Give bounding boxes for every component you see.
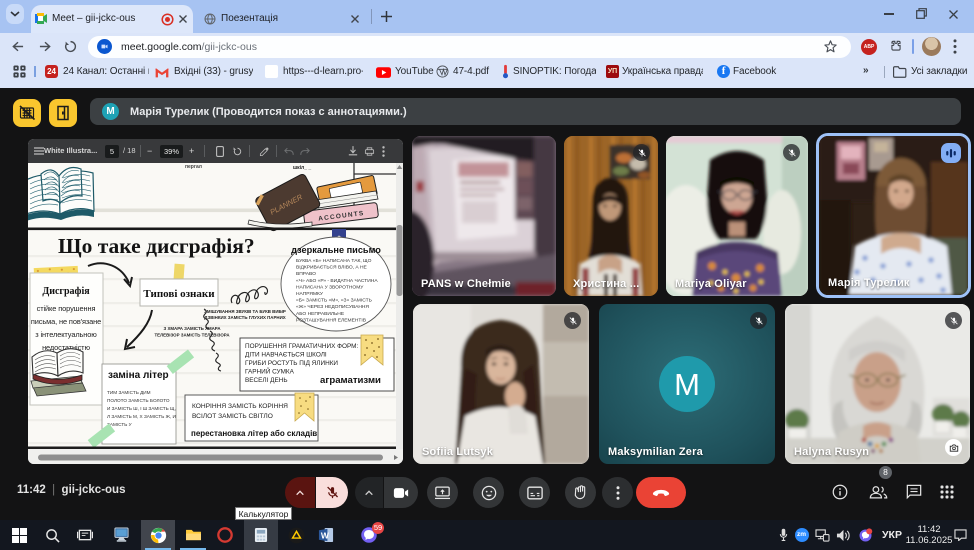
svg-text:ПОРУШЕННЯ ГРАМАТИЧНИХ ФОРМ:: ПОРУШЕННЯ ГРАМАТИЧНИХ ФОРМ: — [245, 343, 358, 350]
svg-text:заміна літер: заміна літер — [108, 370, 169, 381]
svg-text:«Ж» ЧЕРЕЗ НЕДОПИСУВАННЯ: «Ж» ЧЕРЕЗ НЕДОПИСУВАННЯ — [296, 304, 369, 310]
svg-text:ГАРНИЙ СУМКА: ГАРНИЙ СУМКА — [245, 367, 295, 376]
svg-text:И ЗАМІСТЬ Ш, І Ш ЗАМІСТЬ Щ,: И ЗАМІСТЬ Ш, І Ш ЗАМІСТЬ Щ, — [107, 406, 176, 411]
svg-text:ВІДКРИВАЄТЬСЯ ВЛІВО, А НЕ: ВІДКРИВАЄТЬСЯ ВЛІВО, А НЕ — [296, 265, 367, 271]
svg-text:КОНРІННЯ ЗАМІСТЬ КОРІННЯ: КОНРІННЯ ЗАМІСТЬ КОРІННЯ — [192, 403, 288, 410]
svg-text:Що таке дисграфія?: Що таке дисграфія? — [58, 234, 255, 258]
svg-text:ВЕСЕЛІ ДЕНЬ: ВЕСЕЛІ ДЕНЬ — [245, 377, 288, 384]
svg-text:АБО НЕПРАВИЛЬНЕ: АБО НЕПРАВИЛЬНЕ — [296, 311, 345, 317]
svg-text:ТЕЛЕВІЗОР ЗАМІСТЬ ТЕЛЕВІЗОРА: ТЕЛЕВІЗОР ЗАМІСТЬ ТЕЛЕВІЗОРА — [154, 333, 230, 338]
svg-text:РОЗТАШУВАННЯ ЕЛЕМЕНТІВ: РОЗТАШУВАННЯ ЕЛЕМЕНТІВ — [296, 317, 366, 323]
svg-text:ДЗВІНКИХ ЗАМІСТЬ ГЛУХИХ ПАРНИХ: ДЗВІНКИХ ЗАМІСТЬ ГЛУХИХ ПАРНИХ — [204, 315, 285, 320]
svg-text:пергал: пергал — [185, 164, 202, 170]
svg-text:перестановка літер або складів: перестановка літер або складів — [191, 429, 317, 438]
svg-text:ПОЛОТО ЗАМІСТЬ БОЛОТО: ПОЛОТО ЗАМІСТЬ БОЛОТО — [107, 398, 170, 403]
svg-text:Дисграфія: Дисграфія — [42, 286, 90, 297]
svg-text:«Б» ЗАМІСТЬ «М», «З» ЗАМІСТЬ: «Б» ЗАМІСТЬ «М», «З» ЗАМІСТЬ — [296, 298, 372, 304]
svg-text:НАПИСАНА У ЗВОРОТНОМУ: НАПИСАНА У ЗВОРОТНОМУ — [296, 284, 364, 290]
svg-text:аграматизми: аграматизми — [320, 375, 381, 386]
svg-text:З ХМАРА ЗАМІСТЬ ХМАРА: З ХМАРА ЗАМІСТЬ ХМАРА — [163, 326, 221, 331]
svg-text:ВПРАВО: ВПРАВО — [296, 271, 316, 277]
svg-text:«Ч» АБО «Р» - ВИДАТНА ЧАСТИНА: «Ч» АБО «Р» - ВИДАТНА ЧАСТИНА — [296, 278, 378, 284]
svg-text:шкіл_ _: шкіл_ _ — [293, 165, 311, 171]
svg-text:ДІТИ НАВЧАЄТЬСЯ ШКОЛІ: ДІТИ НАВЧАЄТЬСЯ ШКОЛІ — [245, 352, 327, 359]
svg-text:Л ЗАМІСТЬ М, Х ЗАМІСТЬ Ж, И: Л ЗАМІСТЬ М, Х ЗАМІСТЬ Ж, И — [107, 414, 176, 419]
svg-text:M: M — [674, 367, 700, 402]
svg-text:W: W — [321, 530, 329, 540]
svg-text:Типові ознаки: Типові ознаки — [143, 288, 215, 300]
svg-text:письма, не пов'язане: письма, не пов'язане — [31, 317, 101, 326]
svg-text:ГРИБИ РОСТУТЬ ПІД ЯЛИНКИ: ГРИБИ РОСТУТЬ ПІД ЯЛИНКИ — [245, 360, 338, 367]
svg-text:НАПРЯМКУ: НАПРЯМКУ — [296, 291, 324, 297]
svg-text:ЗМІШУВАННЯ ЗВУКІВ ТА БУКВ ВИБІ: ЗМІШУВАННЯ ЗВУКІВ ТА БУКВ ВИБІР — [204, 309, 286, 314]
svg-text:стійке порушення: стійке порушення — [37, 304, 96, 313]
svg-text:ВСІЛОТ ЗАМІСТЬ СВІТЛО: ВСІЛОТ ЗАМІСТЬ СВІТЛО — [192, 413, 273, 420]
svg-text:з інтелектуальною: з інтелектуальною — [35, 330, 97, 339]
svg-text:БУКВА «Б» НАПИСАНА ТАК, ЩО: БУКВА «Б» НАПИСАНА ТАК, ЩО — [296, 258, 372, 264]
svg-text:дзеркальне письмо: дзеркальне письмо — [291, 245, 381, 255]
svg-text:ТИМ ЗАМІСТЬ ДИМ: ТИМ ЗАМІСТЬ ДИМ — [107, 390, 151, 395]
